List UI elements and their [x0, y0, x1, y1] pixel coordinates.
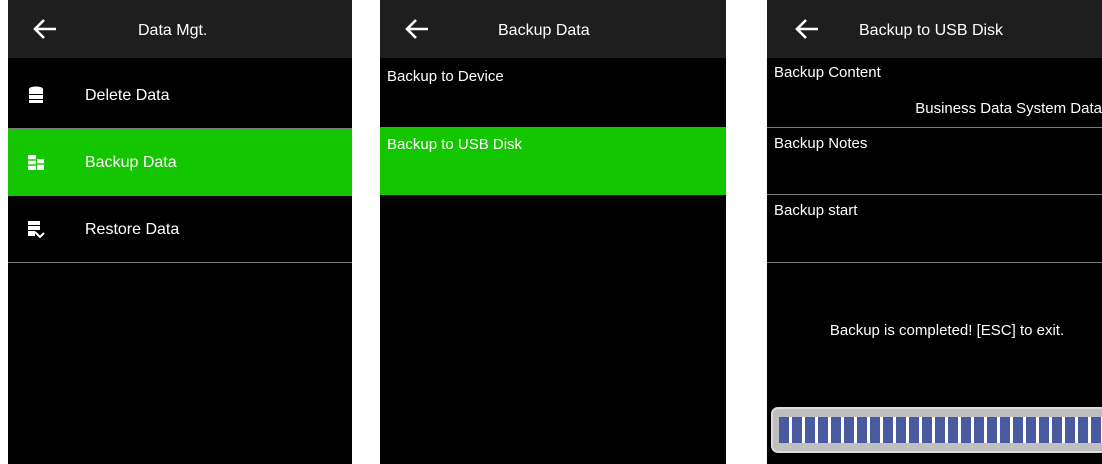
database-icon: [29, 86, 43, 103]
option-backup-to-device[interactable]: Backup to Device: [380, 59, 726, 127]
page-title: Data Mgt.: [138, 22, 208, 39]
progress-track: [779, 417, 1102, 443]
backup-start-row[interactable]: Backup start: [767, 195, 1102, 263]
page-title: Backup to USB Disk: [859, 22, 1004, 39]
progress-bar: [771, 407, 1102, 453]
backup-usb-screen: Backup to USB Disk Backup Content Busine…: [767, 0, 1102, 464]
page-title: Backup Data: [498, 22, 590, 39]
backup-database-icon: [28, 155, 44, 170]
backup-content-value: Business Data System Data: [915, 100, 1102, 117]
backup-data-screen: Backup Data Backup to Device Backup to U…: [380, 0, 726, 464]
option-label: Backup to Device: [387, 68, 504, 85]
option-label: Backup to USB Disk: [387, 136, 523, 153]
backup-notes-row[interactable]: Backup Notes: [767, 128, 1102, 195]
menu-item-backup-data[interactable]: Backup Data: [8, 129, 352, 196]
status-message: Backup is completed! [ESC] to exit.: [829, 322, 1065, 339]
menu-item-restore-data[interactable]: Restore Data: [8, 196, 352, 263]
menu-item-label: Delete Data: [85, 87, 170, 104]
back-arrow-icon[interactable]: [794, 16, 820, 42]
backup-start-label: Backup start: [774, 202, 858, 219]
back-arrow-icon[interactable]: [32, 16, 58, 42]
progress-fill: [779, 417, 1102, 443]
restore-database-icon: [28, 221, 45, 238]
title-bar: Backup Data: [380, 0, 726, 58]
backup-content-label: Backup Content: [774, 64, 881, 81]
menu-item-delete-data[interactable]: Delete Data: [8, 62, 352, 129]
backup-content-row[interactable]: Backup Content Business Data System Data: [767, 57, 1102, 128]
title-bar: Data Mgt.: [8, 0, 352, 58]
title-bar: Backup to USB Disk: [767, 0, 1102, 58]
backup-notes-label: Backup Notes: [774, 135, 868, 152]
option-backup-to-usb-disk[interactable]: Backup to USB Disk: [380, 127, 726, 195]
menu-item-label: Restore Data: [85, 221, 180, 238]
menu-item-label: Backup Data: [85, 154, 177, 171]
back-arrow-icon[interactable]: [404, 16, 430, 42]
data-mgt-screen: Data Mgt. Delete Data Backup Data Restor…: [8, 0, 352, 464]
